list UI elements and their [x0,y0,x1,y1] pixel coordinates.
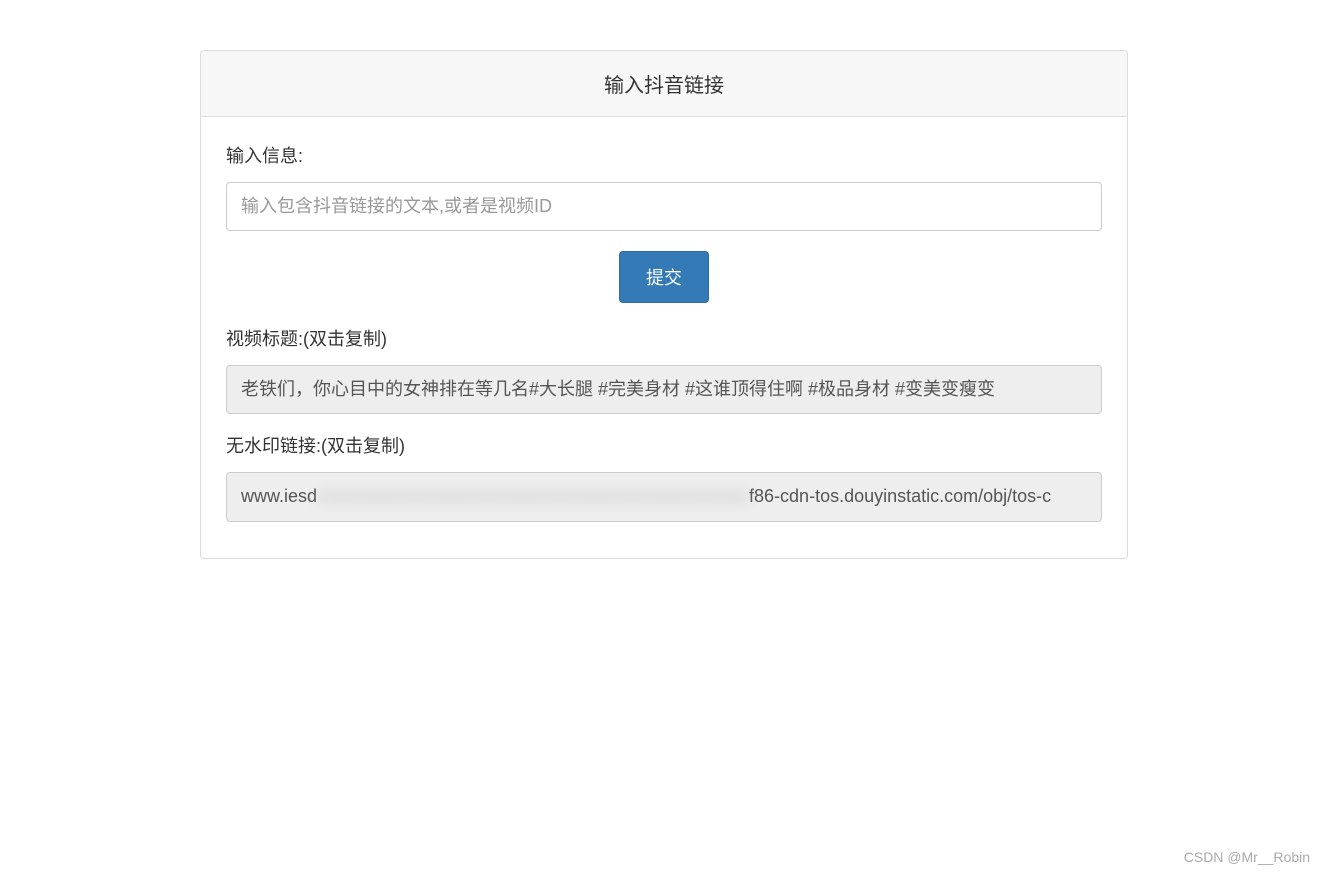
panel-title: 输入抖音链接 [201,51,1127,117]
panel-body: 输入信息: 提交 视频标题:(双击复制) 无水印链接:(双击复制) www.ie… [201,117,1127,558]
nowatermark-url-group: 无水印链接:(双击复制) www.iesdxxxxxxxxxxxxxxxxxxx… [226,432,1102,521]
watermark-text: CSDN @Mr__Robin [1184,849,1310,865]
submit-button[interactable]: 提交 [619,251,709,303]
nowatermark-url-output[interactable]: www.iesdxxxxxxxxxxxxxxxxxxxxxxxxxxxxxxxx… [226,472,1102,521]
url-suffix: f86-cdn-tos.douyinstatic.com/obj/tos-c [749,486,1051,506]
url-prefix: www.iesd [241,486,317,506]
submit-row: 提交 [226,251,1102,303]
url-blurred-part: xxxxxxxxxxxxxxxxxxxxxxxxxxxxxxxxxxxxxxxx… [317,484,749,509]
video-title-output[interactable] [226,365,1102,414]
input-label: 输入信息: [226,142,1102,168]
link-input[interactable] [226,182,1102,231]
video-title-group: 视频标题:(双击复制) [226,325,1102,414]
nowatermark-url-label: 无水印链接:(双击复制) [226,432,1102,458]
video-title-label: 视频标题:(双击复制) [226,325,1102,351]
input-group: 输入信息: [226,142,1102,231]
main-panel: 输入抖音链接 输入信息: 提交 视频标题:(双击复制) 无水印链接:(双击复制)… [200,50,1128,559]
